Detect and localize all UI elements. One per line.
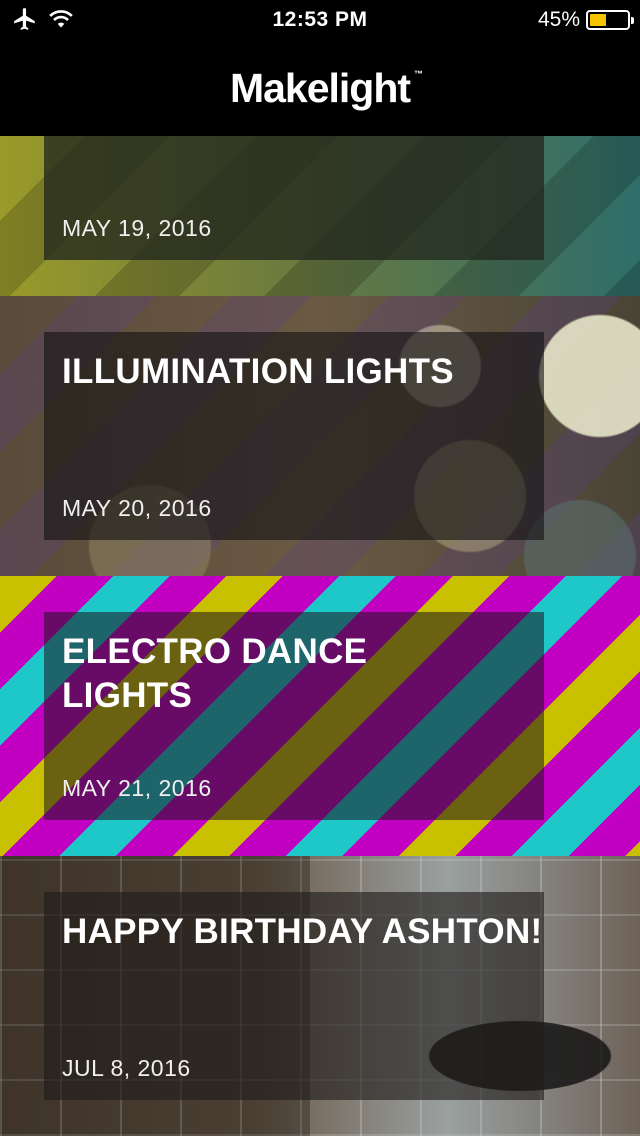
card-title: ILLUMINATION LIGHTS (62, 352, 454, 391)
card-title: ELECTRO DANCE LIGHTS (62, 632, 368, 715)
card-date: MAY 21, 2016 (62, 775, 212, 801)
battery-fill (590, 14, 606, 26)
battery-cap (631, 17, 634, 24)
logo-trademark: ™ (414, 68, 423, 79)
card-date: MAY 19, 2016 (62, 215, 212, 241)
card-overlay: MAY 19, 2016 (44, 136, 544, 260)
battery-icon (586, 10, 634, 30)
card-title: HAPPY BIRTHDAY ASHTON! (62, 912, 543, 951)
logo-text: Makelight (229, 64, 411, 111)
event-card[interactable]: ELECTRO DANCE LIGHTS MAY 21, 2016 (0, 576, 640, 856)
battery-percent: 45% (537, 8, 580, 31)
nav-bar: Makelight ™ (0, 40, 640, 136)
card-overlay: ILLUMINATION LIGHTS MAY 20, 2016 (44, 332, 544, 540)
card-overlay: ELECTRO DANCE LIGHTS MAY 21, 2016 (44, 612, 544, 820)
event-card[interactable]: HAPPY BIRTHDAY ASHTON! JUL 8, 2016 (0, 856, 640, 1136)
card-date: MAY 20, 2016 (62, 495, 212, 521)
status-bar: 12:53 PM 45% (0, 0, 640, 40)
app-logo: Makelight ™ (229, 64, 423, 112)
status-right: 45% (537, 8, 634, 32)
event-card[interactable]: ILLUMINATION LIGHTS MAY 20, 2016 (0, 296, 640, 576)
event-card[interactable]: MAY 19, 2016 (0, 136, 640, 296)
card-date: JUL 8, 2016 (62, 1055, 191, 1081)
card-overlay: HAPPY BIRTHDAY ASHTON! JUL 8, 2016 (44, 892, 544, 1100)
